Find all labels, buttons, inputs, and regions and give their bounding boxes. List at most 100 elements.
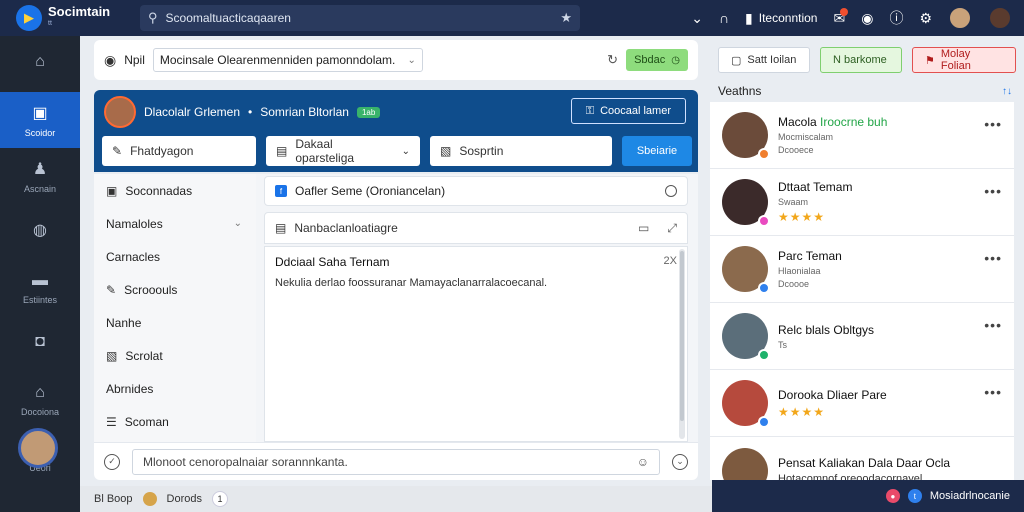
nav-subitem[interactable]: ☰ Scoman (94, 405, 256, 438)
banner-action-button[interactable]: ⚿ Coocaal lamer (570, 98, 686, 124)
sidebar-item-home[interactable]: ⌂ (0, 36, 80, 92)
sidebar-item-explore[interactable]: ◍ (0, 204, 80, 260)
contact-row[interactable]: Relc blals Obltgys Ts ••• (710, 303, 1014, 370)
field-input-3[interactable]: ▧ Sosprtin (430, 136, 612, 166)
nav-item[interactable]: Abrnides (94, 372, 256, 405)
chevron-down-icon: ⌄ (233, 218, 242, 229)
radio-icon[interactable] (665, 185, 677, 197)
status-bar: Bl Boop Dorods 1 (80, 486, 712, 512)
chevron-down-icon: ⌄ (407, 54, 416, 66)
app-name: Socimtain (48, 4, 111, 19)
chevron-down-icon[interactable]: ⌄ (691, 10, 703, 27)
search-bar[interactable]: ⚲ Scoomaltuacticaqaaren ★ (140, 5, 580, 31)
save-button[interactable]: Sbdac ◷ (626, 49, 688, 71)
twitter-icon[interactable]: t (907, 489, 922, 503)
clock-icon: ◷ (671, 54, 680, 66)
field-input-1[interactable]: ✎ Fhatdyagon (102, 136, 256, 166)
contact-row[interactable]: Parc Teman Hlaonialaa Dcoooe ••• (710, 236, 1014, 303)
more-icon[interactable]: ••• (984, 384, 1002, 400)
chevron-down-icon: ⌄ (401, 145, 410, 157)
status-text: Oafler Seme (Oroniancelan) (295, 184, 446, 198)
nav-subitem[interactable]: ✎ Scrooouls (94, 273, 256, 306)
sort-icon[interactable]: ↑↓ (1002, 86, 1012, 97)
contact-subtitle: Swaam (778, 197, 809, 207)
emoji-icon[interactable]: ☺ (637, 455, 649, 469)
message-input[interactable]: Mlonoot cenoropalnaiar sorannnkanta. ☺ (132, 448, 660, 475)
sidebar-item-label: Docoiona (20, 406, 60, 417)
refresh-icon[interactable]: ↻ (607, 52, 618, 68)
chat-icon[interactable]: ▭ (638, 221, 649, 236)
headphones-icon[interactable]: ∩ (719, 10, 729, 26)
banner-avatar[interactable] (104, 96, 136, 128)
contact-avatar (722, 313, 770, 361)
search-button[interactable]: Sbeiarie (622, 136, 692, 166)
grid-icon: ▮ (745, 9, 753, 26)
second-avatar[interactable] (988, 6, 1012, 30)
contact-list: Macola Iroocrne buh Mocmiscalam Dcooece … (710, 102, 1014, 496)
status-row[interactable]: f Oafler Seme (Oroniancelan) (264, 176, 688, 206)
contact-meta: Dcoooe (778, 279, 810, 289)
sidebar-item-estiintes[interactable]: ▬ Estiintes (0, 260, 80, 316)
content-area: f Oafler Seme (Oroniancelan) ▤ Nanbaclan… (256, 174, 698, 442)
user-avatar[interactable] (948, 6, 972, 30)
sidebar-item-ascnain[interactable]: ♟ Ascnain (0, 148, 80, 204)
more-icon[interactable]: ••• (984, 183, 1002, 199)
nav-subitem[interactable]: ▧ Scrolat (94, 339, 256, 372)
profile-avatar[interactable] (18, 428, 58, 468)
contact-row[interactable]: Macola Iroocrne buh Mocmiscalam Dcooece … (710, 102, 1014, 169)
record-icon[interactable]: ● (885, 489, 900, 503)
close-icon[interactable]: 2X (664, 255, 677, 269)
contact-avatar (722, 246, 770, 294)
nav-item[interactable]: Carnacles (94, 240, 256, 273)
expand-icon[interactable]: ⤢ (667, 221, 677, 236)
right-footer: ● t Mosiadrlnocanie (712, 480, 1024, 512)
more-icon[interactable]: ••• (984, 116, 1002, 132)
message-title: Ddciaal Saha Ternam (275, 255, 390, 269)
nav-header[interactable]: ▣ Soconnadas (94, 174, 256, 207)
sidebar-item-scoidor[interactable]: ▣ Scoidor (0, 92, 80, 148)
help-icon[interactable]: ◉ (861, 10, 873, 27)
status-middle: Dorods (166, 493, 202, 505)
field-select-2[interactable]: ▤ Dakaal oparsteliga ⌄ (266, 136, 420, 166)
compose-bar: ✓ Mlonoot cenoropalnaiar sorannnkanta. ☺… (94, 442, 698, 480)
banner-tag: 1ab (356, 106, 381, 118)
doc-icon: ▢ (731, 54, 742, 67)
footer-label[interactable]: Mosiadrlnocanie (930, 490, 1010, 502)
search-input[interactable]: Scoomaltuacticaqaaren (166, 11, 553, 25)
scrollbar[interactable] (679, 249, 685, 439)
contact-meta: Dcooece (778, 145, 814, 155)
nav-group[interactable]: Namaloles ⌄ (94, 207, 256, 240)
settings-button[interactable]: ▢ Satt Ioilan (718, 47, 810, 73)
sidebar-item-label: Scoidor (24, 127, 56, 138)
play-logo-icon: ▶ (16, 5, 42, 31)
star-icon[interactable]: ★ (560, 10, 572, 26)
more-icon[interactable]: ••• (984, 317, 1002, 333)
alert-button[interactable]: ⚑ Molay Folian (912, 47, 1016, 73)
app-logo[interactable]: ▶ Socimtain tt (0, 5, 140, 31)
more-icon[interactable]: ••• (984, 250, 1002, 266)
contact-subtitle: Mocmiscalam (778, 132, 834, 142)
attach-icon[interactable]: ✓ (104, 453, 120, 470)
contact-row[interactable]: Dttaat Temam Swaam ★★★★ ••• (710, 169, 1014, 236)
image-icon: ▧ (106, 348, 118, 363)
info-icon[interactable]: ⓘ (889, 8, 903, 28)
facebook-icon: f (275, 185, 287, 197)
sidebar-item-games[interactable]: ◘ (0, 316, 80, 372)
compass-icon: ◍ (33, 221, 47, 239)
send-icon[interactable]: ⌄ (672, 453, 688, 470)
user-menu[interactable]: ▮ Iteconntion (745, 10, 817, 27)
notifications-icon[interactable]: ✉ (833, 7, 848, 27)
contacts-heading: Veathns (718, 84, 762, 98)
status-badge (758, 215, 770, 227)
gamepad-icon: ◘ (35, 332, 45, 350)
settings-icon[interactable]: ⚙ (919, 10, 932, 27)
status-badge (758, 349, 770, 361)
nav-item[interactable]: Nanhe (94, 306, 256, 339)
bookmark-button[interactable]: N barkome (820, 47, 902, 73)
contact-row[interactable]: Dorooka Dliaer Pare ★★★★ ••• (710, 370, 1014, 437)
filter-select[interactable]: Mocinsale Olearenmenniden pamonndolam. ⌄ (152, 48, 423, 72)
book-icon: ▣ (32, 104, 48, 122)
sidebar-item-docoiona[interactable]: ⌂ Docoiona (0, 372, 80, 428)
document-row[interactable]: ▤ Nanbaclanloatiagre ▭ ⤢ (264, 212, 688, 244)
contact-name: Macola (778, 115, 817, 129)
